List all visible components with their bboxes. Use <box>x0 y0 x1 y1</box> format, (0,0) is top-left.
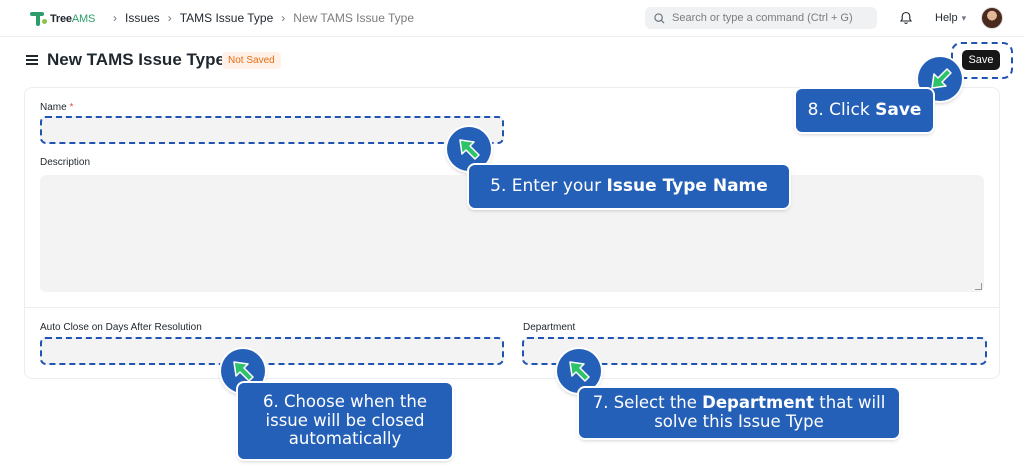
resize-handle-icon[interactable] <box>975 283 982 290</box>
search-placeholder: Search or type a command (Ctrl + G) <box>672 12 853 24</box>
sidebar-toggle-icon[interactable] <box>26 55 38 65</box>
search-icon <box>654 12 665 24</box>
status-badge: Not Saved <box>222 52 281 69</box>
breadcrumb-current: New TAMS Issue Type <box>293 11 414 25</box>
notification-bell-icon[interactable] <box>899 11 913 25</box>
search-input[interactable]: Search or type a command (Ctrl + G) <box>645 7 877 29</box>
help-label: Help <box>935 12 958 24</box>
auto-close-label: Auto Close on Days After Resolution <box>40 322 202 333</box>
name-field[interactable] <box>40 116 504 144</box>
callout-step-5: 5. Enter your Issue Type Name <box>469 165 789 208</box>
section-divider <box>25 307 999 308</box>
callout-step-7: 7. Select the Department that will solve… <box>579 388 899 438</box>
chevron-down-icon: ▾ <box>961 12 967 23</box>
top-navbar: TreeAMS › Issues › TAMS Issue Type › New… <box>0 0 1024 37</box>
page-title: New TAMS Issue Type <box>47 50 225 69</box>
breadcrumb-tams-issue-type[interactable]: TAMS Issue Type <box>180 11 274 25</box>
breadcrumb: › Issues › TAMS Issue Type › New TAMS Is… <box>105 11 414 25</box>
breadcrumb-issues[interactable]: Issues <box>125 11 160 25</box>
logo-text: TreeAMS <box>50 13 96 25</box>
help-menu[interactable]: Help ▾ <box>935 12 966 24</box>
chevron-right-icon: › <box>281 11 286 25</box>
department-label: Department <box>523 322 576 333</box>
chevron-right-icon: › <box>113 11 117 25</box>
name-label: Name * <box>40 102 74 113</box>
chevron-right-icon: › <box>167 11 172 25</box>
save-button[interactable]: Save <box>962 50 1000 70</box>
description-label: Description <box>40 157 91 168</box>
logo-icon <box>30 10 48 28</box>
callout-step-6: 6. Choose when the issue will be closed … <box>238 383 452 459</box>
app-logo[interactable]: TreeAMS <box>30 8 95 30</box>
auto-close-days-field[interactable] <box>40 337 504 365</box>
user-avatar[interactable] <box>981 7 1003 29</box>
callout-step-8: 8. Click Save <box>796 89 933 132</box>
arrow-marker-icon <box>557 349 601 393</box>
